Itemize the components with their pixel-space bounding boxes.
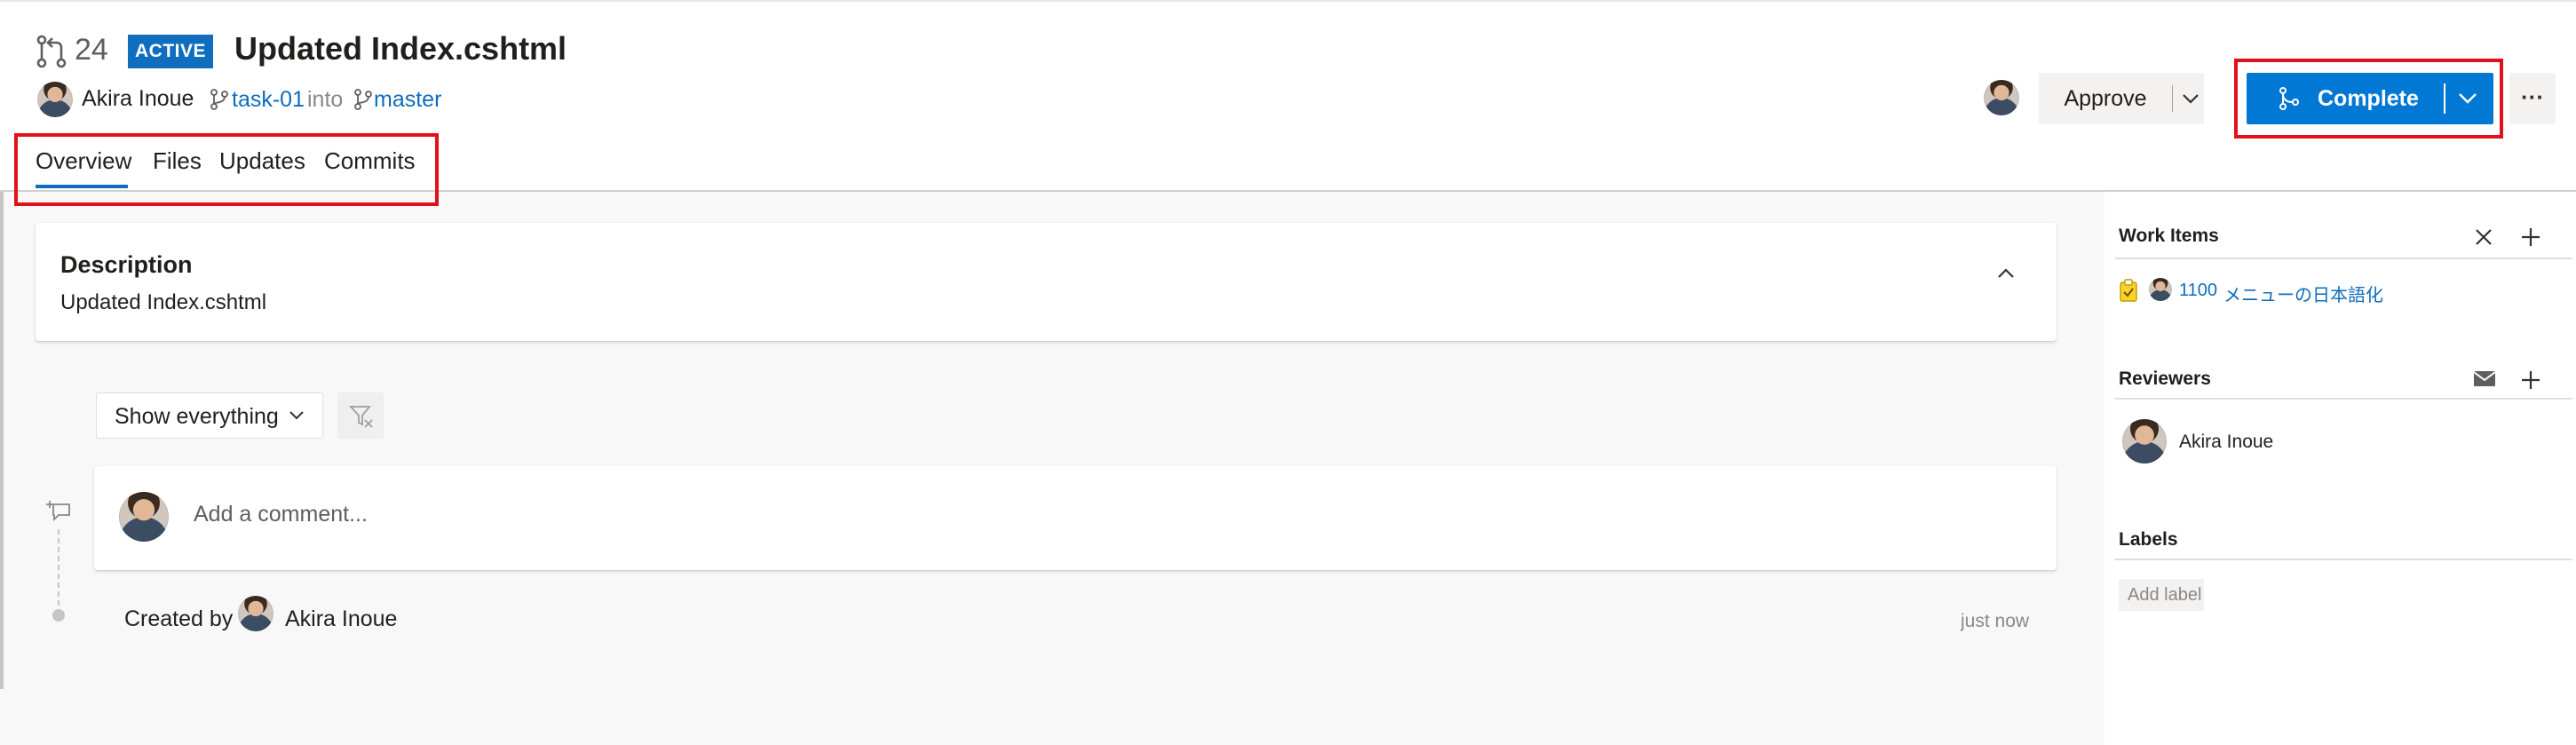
filter-dropdown-label: Show everything bbox=[115, 404, 279, 429]
labels-divider bbox=[2115, 559, 2572, 560]
work-item-title: メニューの日本語化 bbox=[2223, 286, 2383, 305]
add-label-text: Add label bbox=[2128, 585, 2202, 605]
status-badge: ACTIVE bbox=[128, 35, 213, 68]
add-icon[interactable] bbox=[2519, 226, 2542, 249]
into-text: into bbox=[307, 87, 344, 112]
more-actions-button[interactable]: ··· bbox=[2509, 73, 2556, 124]
complete-highlight-box bbox=[2234, 59, 2503, 139]
page-title: Updated Index.cshtml bbox=[234, 30, 567, 67]
status-badge-label: ACTIVE bbox=[134, 41, 206, 61]
author-name[interactable]: Akira Inoue bbox=[82, 86, 194, 112]
more-icon: ··· bbox=[2521, 83, 2544, 110]
work-item-row[interactable]: 1100 メニューの日本語化 bbox=[2119, 275, 2545, 305]
comment-input[interactable]: Add a comment... bbox=[194, 502, 2023, 534]
comment-add-icon bbox=[46, 501, 70, 522]
target-branch-link[interactable]: master bbox=[374, 87, 441, 113]
reviewer-item[interactable]: Akira Inoue bbox=[2122, 417, 2477, 467]
creator-name[interactable]: Akira Inoue bbox=[285, 606, 397, 632]
created-by-label: Created by bbox=[124, 606, 234, 631]
approve-divider bbox=[2172, 85, 2173, 112]
branch-icon bbox=[354, 89, 372, 110]
pr-number: 24 bbox=[75, 33, 108, 67]
clear-filter-icon bbox=[348, 406, 373, 428]
add-label-button[interactable]: Add label bbox=[2119, 579, 2204, 611]
work-item-id: 1100 bbox=[2179, 281, 2218, 300]
chevron-down-icon bbox=[289, 411, 304, 420]
comment-placeholder: Add a comment... bbox=[194, 502, 368, 527]
description-body: Updated Index.cshtml bbox=[60, 290, 267, 314]
mail-icon[interactable] bbox=[2472, 369, 2497, 390]
clear-filter-button[interactable] bbox=[337, 392, 384, 439]
work-item-avatar bbox=[2149, 278, 2172, 301]
comment-card: Add a comment... bbox=[94, 466, 2057, 570]
approve-button-label: Approve bbox=[2064, 86, 2147, 111]
reviewer-avatar bbox=[2122, 419, 2167, 464]
filter-dropdown[interactable]: Show everything bbox=[96, 392, 323, 439]
chevron-down-icon[interactable] bbox=[2177, 85, 2204, 112]
reviewer-name: Akira Inoue bbox=[2179, 432, 2274, 452]
source-branch-link[interactable]: task-01 bbox=[232, 87, 305, 113]
tabs-highlight-box bbox=[14, 133, 439, 206]
reviewer-avatar[interactable] bbox=[1984, 80, 2019, 115]
timeline-line bbox=[58, 529, 59, 606]
timeline-dot bbox=[52, 609, 65, 622]
labels-title: Labels bbox=[2119, 529, 2178, 550]
add-icon[interactable] bbox=[2519, 369, 2542, 392]
branch-icon bbox=[210, 89, 228, 110]
author-avatar[interactable] bbox=[37, 82, 73, 117]
close-icon[interactable] bbox=[2472, 226, 2495, 249]
comment-avatar bbox=[119, 492, 169, 542]
task-icon bbox=[2120, 279, 2137, 302]
pull-request-icon bbox=[36, 35, 67, 68]
work-items-title: Work Items bbox=[2119, 226, 2219, 246]
description-title: Description bbox=[60, 251, 193, 278]
creator-avatar[interactable] bbox=[238, 596, 273, 631]
reviewers-divider bbox=[2115, 398, 2572, 400]
left-edge bbox=[0, 192, 4, 689]
reviewers-title: Reviewers bbox=[2119, 369, 2211, 389]
description-card: Description Updated Index.cshtml bbox=[36, 223, 2057, 341]
work-items-divider bbox=[2115, 258, 2572, 259]
approve-button[interactable]: Approve bbox=[2039, 73, 2172, 124]
created-timestamp: just now bbox=[1961, 611, 2030, 631]
chevron-up-icon[interactable] bbox=[1993, 260, 2019, 287]
